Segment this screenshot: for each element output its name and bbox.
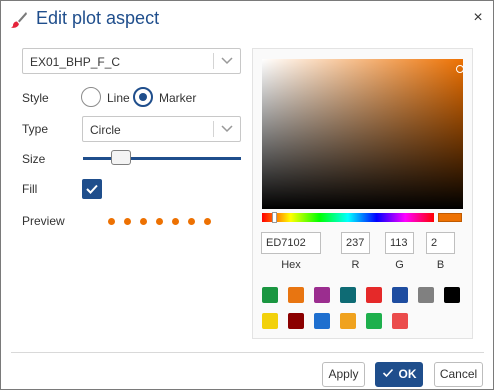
current-color-swatch (438, 213, 462, 222)
hex-input[interactable]: ED7102 (261, 232, 321, 254)
dialog-title: Edit plot aspect (36, 8, 160, 28)
g-input[interactable]: 113 (385, 232, 414, 254)
color-swatch[interactable] (288, 287, 304, 303)
ok-button-label: OK (398, 367, 417, 381)
b-label: B (436, 259, 445, 271)
color-swatch[interactable] (288, 313, 304, 329)
series-select[interactable]: EX01_BHP_F_C (22, 48, 241, 74)
apply-button[interactable]: Apply (322, 362, 365, 387)
style-marker-radio[interactable] (133, 87, 153, 107)
color-swatch[interactable] (444, 287, 460, 303)
hue-slider-thumb[interactable] (272, 212, 277, 223)
chevron-down-icon (221, 57, 233, 65)
size-slider-track[interactable] (83, 157, 241, 160)
size-slider-thumb[interactable] (110, 150, 131, 165)
preview-marker-dot (156, 218, 163, 225)
checkmark-icon (382, 368, 393, 378)
r-label: R (351, 259, 360, 271)
style-line-radio[interactable] (81, 87, 101, 107)
type-select-value: Circle (90, 123, 121, 137)
color-swatch[interactable] (392, 287, 408, 303)
type-select[interactable]: Circle (82, 116, 241, 142)
close-icon[interactable]: × (471, 10, 485, 26)
hex-label: Hex (281, 259, 301, 271)
ok-button[interactable]: OK (375, 362, 423, 387)
saturation-cursor[interactable] (456, 65, 464, 73)
color-swatch[interactable] (314, 313, 330, 329)
g-label: G (395, 259, 404, 271)
fill-label: Fill (22, 182, 38, 196)
checkmark-icon (86, 184, 98, 194)
b-input[interactable]: 2 (426, 232, 455, 254)
select-separator (213, 53, 214, 69)
color-swatch[interactable] (418, 287, 434, 303)
preview-marker-dot (108, 218, 115, 225)
color-swatch[interactable] (340, 287, 356, 303)
preview-marker-dot (124, 218, 131, 225)
preview-marker-dot (188, 218, 195, 225)
color-swatch[interactable] (366, 287, 382, 303)
color-swatch[interactable] (392, 313, 408, 329)
paintbrush-icon (11, 12, 27, 28)
preview-label: Preview (22, 214, 65, 228)
color-swatch[interactable] (340, 313, 356, 329)
preview-marker-dot (140, 218, 147, 225)
color-swatch[interactable] (262, 287, 278, 303)
type-label: Type (22, 122, 49, 136)
size-label: Size (22, 152, 46, 166)
style-marker-label[interactable]: Marker (159, 91, 196, 105)
color-swatch[interactable] (262, 313, 278, 329)
cancel-button[interactable]: Cancel (434, 362, 483, 387)
saturation-area[interactable] (262, 59, 463, 209)
preview-marker-dot (204, 218, 211, 225)
hue-slider[interactable] (262, 213, 434, 222)
fill-checkbox[interactable] (82, 179, 102, 199)
color-swatch[interactable] (314, 287, 330, 303)
footer-divider (11, 352, 484, 353)
style-label: Style (22, 91, 49, 105)
series-select-value: EX01_BHP_F_C (30, 55, 121, 69)
chevron-down-icon (221, 125, 233, 133)
color-swatch[interactable] (366, 313, 382, 329)
r-input[interactable]: 237 (341, 232, 370, 254)
edit-plot-aspect-dialog: Edit plot aspect × EX01_BHP_F_C Style Li… (0, 0, 494, 390)
select-separator (213, 121, 214, 137)
style-line-label[interactable]: Line (107, 91, 130, 105)
preview-marker-dot (172, 218, 179, 225)
